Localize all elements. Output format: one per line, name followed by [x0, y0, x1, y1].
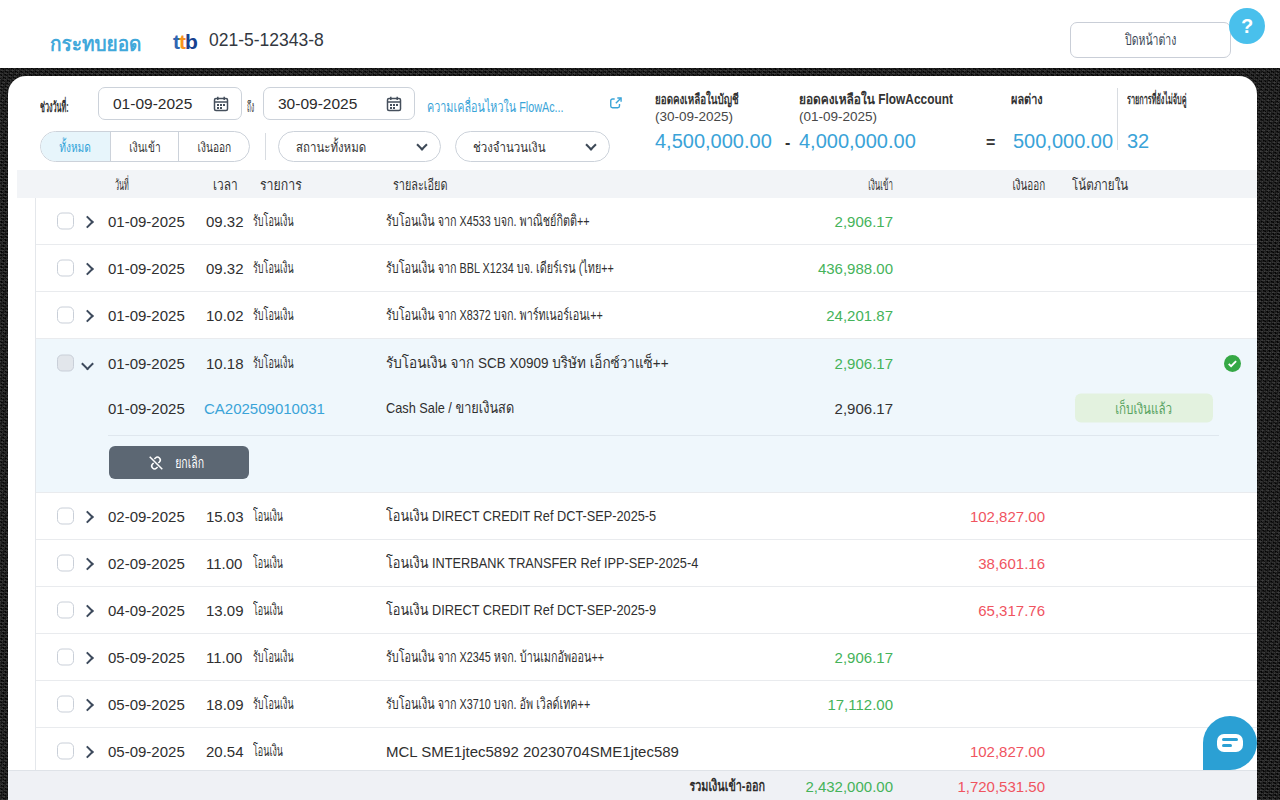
close-window-button[interactable]: ปิดหน้าต่าง — [1070, 22, 1231, 58]
expand-chevron-icon[interactable] — [81, 216, 94, 229]
collapse-chevron-icon[interactable] — [81, 358, 94, 371]
table-row[interactable]: 02-09-2025 15.03 โอนเงิน โอนเงิน DIRECT … — [36, 493, 1257, 540]
row-checkbox[interactable] — [57, 213, 74, 230]
totals-label: รวมเงินเข้า-ออก — [660, 774, 765, 798]
unlink-icon — [147, 454, 165, 472]
table-row[interactable]: 01-09-2025 09.32 รับโอนเงิน รับโอนเงิน จ… — [36, 198, 1257, 245]
date-range-label: ช่วงวันที่: — [40, 95, 98, 118]
expand-chevron-icon[interactable] — [81, 605, 94, 618]
table-row[interactable]: 05-09-2025 20.54 โอนเงิน MCL SME1jtec589… — [36, 728, 1257, 775]
to-label: ถึง — [247, 95, 263, 118]
table-row[interactable]: 04-09-2025 13.09 โอนเงิน โอนเงิน DIRECT … — [36, 587, 1257, 634]
table-header: วันที่ เวลา รายการ รายละเอียด เงินเข้า เ… — [17, 170, 1257, 198]
calendar-icon — [386, 96, 402, 112]
table-body: 01-09-2025 09.32 รับโอนเงิน รับโอนเงิน จ… — [35, 198, 1257, 775]
expand-chevron-icon[interactable] — [81, 263, 94, 276]
unmatched-count: 32 — [1127, 130, 1149, 153]
external-link-icon — [609, 96, 623, 113]
page-title: กระทบยอด — [50, 28, 146, 60]
col-detail: รายละเอียด — [393, 173, 466, 196]
ttb-bank-logo: ttb — [173, 30, 197, 54]
expand-chevron-icon[interactable] — [81, 511, 94, 524]
col-time: เวลา — [213, 173, 243, 196]
calendar-icon — [213, 96, 229, 112]
matched-document-row: 01-09-2025 CA202509010031 Cash Sale / ขา… — [36, 387, 1257, 429]
unmatched-label: รายการที่ยังไม่จับคู่ — [1127, 88, 1241, 110]
difference-value: 500,000.00 — [1013, 130, 1113, 153]
document-number-link[interactable]: CA202509010031 — [204, 400, 325, 417]
row-checkbox[interactable] — [57, 355, 74, 372]
expand-chevron-icon[interactable] — [81, 652, 94, 665]
bank-balance-value: 4,500,000.00 — [655, 130, 772, 153]
row-checkbox[interactable] — [57, 260, 74, 277]
tab-all[interactable]: ทั้งหมด — [41, 132, 110, 161]
help-icon[interactable]: ? — [1229, 8, 1265, 44]
equals-sign: = — [986, 134, 995, 152]
status-dropdown[interactable]: สถานะทั้งหมด — [278, 131, 441, 162]
flowaccount-balance-date: (01-09-2025) — [799, 109, 877, 124]
table-row-expanded[interactable]: 01-09-2025 10.18 รับโอนเงิน รับโอนเงิน จ… — [36, 339, 1257, 387]
chevron-down-icon — [416, 139, 427, 150]
table-row[interactable]: 02-09-2025 11.00 โอนเงิน โอนเงิน INTERBA… — [36, 540, 1257, 587]
row-checkbox[interactable] — [57, 602, 74, 619]
minus-sign: - — [785, 134, 790, 152]
totals-bar: รวมเงินเข้า-ออก 2,432,000.00 1,720,531.5… — [8, 770, 1257, 800]
bank-balance-label: ยอดคงเหลือในบัญชี — [655, 88, 775, 110]
expanded-divider — [108, 435, 1219, 436]
date-from-input[interactable]: 01-09-2025 — [98, 87, 242, 120]
row-checkbox[interactable] — [57, 307, 74, 324]
expand-chevron-icon[interactable] — [81, 746, 94, 759]
total-money-in: 2,432,000.00 — [805, 777, 893, 794]
total-money-out: 1,720,531.50 — [957, 777, 1045, 794]
tab-money-in[interactable]: เงินเข้า — [110, 132, 178, 161]
table-row[interactable]: 01-09-2025 09.32 รับโอนเงิน รับโอนเงิน จ… — [36, 245, 1257, 292]
amount-range-dropdown[interactable]: ช่วงจำนวนเงิน — [455, 131, 610, 162]
col-money-in: เงินเข้า — [848, 173, 893, 196]
row-checkbox[interactable] — [57, 555, 74, 572]
row-checkbox[interactable] — [57, 649, 74, 666]
expand-chevron-icon[interactable] — [81, 558, 94, 571]
account-number: 021-5-12343-8 — [209, 30, 324, 51]
bank-balance-date: (30-09-2025) — [655, 109, 733, 124]
col-type: รายการ — [260, 173, 309, 196]
reconcile-panel: ช่วงวันที่: 01-09-2025 ถึง 30-09-2025 คว… — [8, 76, 1257, 800]
table-row[interactable]: 05-09-2025 11.00 รับโอนเงิน รับโอนเงิน จ… — [36, 634, 1257, 681]
flowaccount-balance-value: 4,000,000.00 — [799, 130, 916, 153]
direction-filter-tabs: ทั้งหมด เงินเข้า เงินออก — [40, 131, 250, 162]
flowaccount-balance-label: ยอดคงเหลือใน FlowAccount — [799, 88, 980, 110]
chat-bubble-icon — [1217, 734, 1243, 752]
expanded-row-group: 01-09-2025 10.18 รับโอนเงิน รับโอนเงิน จ… — [36, 339, 1257, 493]
expand-chevron-icon[interactable] — [81, 699, 94, 712]
col-money-out: เงินออก — [997, 173, 1045, 196]
chat-button[interactable] — [1203, 716, 1257, 770]
matched-check-icon — [1224, 355, 1241, 376]
col-note: โน้ตภายใน — [1072, 173, 1142, 196]
summary-divider — [1117, 88, 1118, 150]
expand-chevron-icon[interactable] — [81, 310, 94, 323]
tab-money-out[interactable]: เงินออก — [178, 132, 249, 161]
row-checkbox[interactable] — [57, 743, 74, 760]
cancel-match-button[interactable]: ยกเลิก — [109, 446, 249, 479]
row-checkbox[interactable] — [57, 696, 74, 713]
table-row[interactable]: 05-09-2025 18.09 รับโอนเงิน รับโอนเงิน จ… — [36, 681, 1257, 728]
row-checkbox[interactable] — [57, 508, 74, 525]
difference-label: ผลต่าง — [1011, 88, 1052, 110]
col-date: วันที่ — [115, 173, 143, 196]
date-to-input[interactable]: 30-09-2025 — [263, 87, 415, 120]
filter-divider — [265, 133, 266, 160]
top-bar: กระทบยอด ttb 021-5-12343-8 ปิดหน้าต่าง ? — [0, 0, 1280, 68]
collected-status-badge: เก็บเงินแล้ว — [1075, 394, 1213, 423]
chevron-down-icon — [585, 139, 596, 150]
table-row[interactable]: 01-09-2025 10.02 รับโอนเงิน รับโอนเงิน จ… — [36, 292, 1257, 339]
flowaccount-movement-link[interactable]: ความเคลื่อนไหวใน FlowAc... — [427, 95, 633, 119]
